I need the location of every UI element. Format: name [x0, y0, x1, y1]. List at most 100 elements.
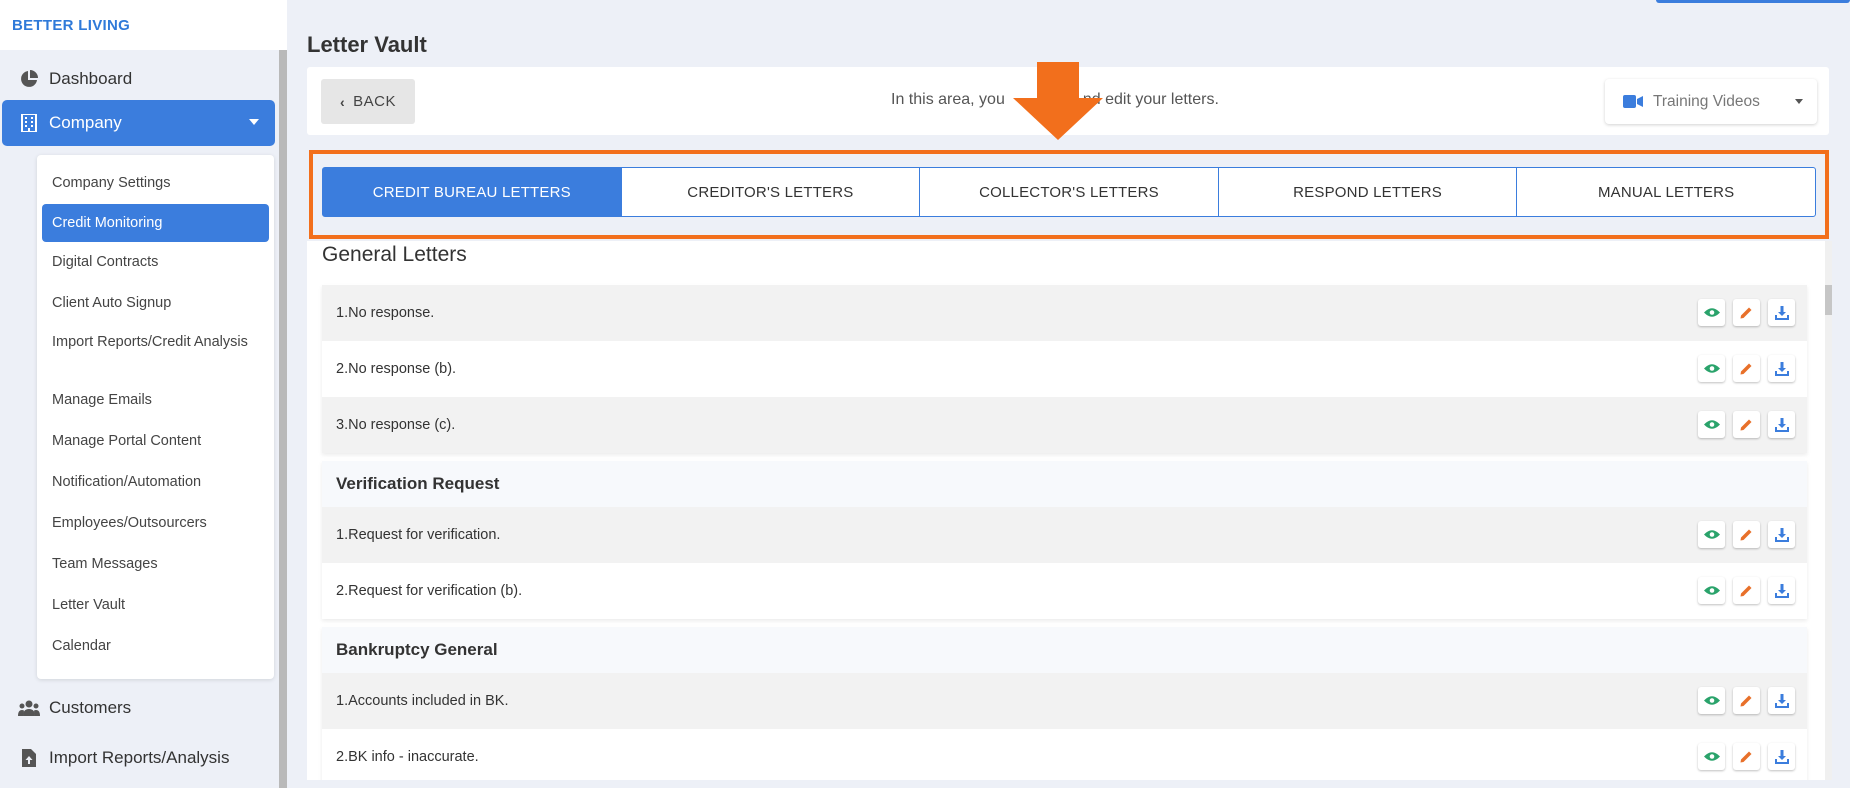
submenu-item-client-auto-signup[interactable]: Client Auto Signup — [37, 283, 274, 324]
intro-text-right: nd edit your letters. — [1082, 91, 1219, 108]
eye-icon[interactable] — [1698, 577, 1725, 604]
pie-chart-icon — [18, 68, 40, 90]
row-actions — [1698, 687, 1795, 714]
submenu-item-manage-portal-content[interactable]: Manage Portal Content — [37, 421, 274, 462]
back-button[interactable]: ‹ BACK — [321, 79, 415, 124]
letter-title: 1.Request for verification. — [336, 527, 501, 543]
company-submenu: Company Settings Credit Monitoring Digit… — [37, 155, 274, 679]
sidebar-scrollbar[interactable] — [279, 50, 287, 788]
eye-icon[interactable] — [1698, 743, 1725, 770]
chevron-down-icon — [249, 119, 259, 125]
chevron-down-icon — [1795, 99, 1803, 104]
chevron-left-icon: ‹ — [339, 93, 346, 110]
video-camera-icon — [1623, 95, 1643, 108]
eye-icon[interactable] — [1698, 299, 1725, 326]
download-icon[interactable] — [1768, 355, 1795, 382]
sidebar-item-company[interactable]: Company — [2, 100, 275, 146]
letter-row: 1.Request for verification. — [322, 507, 1807, 563]
group-title: General Letters — [322, 243, 467, 266]
download-icon[interactable] — [1768, 299, 1795, 326]
submenu-item-calendar[interactable]: Calendar — [37, 626, 274, 667]
group-title: Bankruptcy General — [322, 627, 1807, 673]
download-icon[interactable] — [1768, 411, 1795, 438]
letter-group-verification: Verification Request 1.Request for verif… — [322, 461, 1807, 619]
content-scrollbar[interactable] — [1825, 241, 1832, 780]
submenu-item-credit-monitoring[interactable]: Credit Monitoring — [42, 204, 269, 242]
sidebar-nav-bottom: Customers Import Reports/Analysis — [0, 683, 279, 783]
tab-creditors-letters[interactable]: CREDITOR'S LETTERS — [622, 168, 921, 216]
eye-icon[interactable] — [1698, 355, 1725, 382]
letter-group-general: 1.No response. 2.No response (b). 3.No r… — [322, 285, 1807, 453]
back-button-label: BACK — [353, 93, 397, 110]
download-icon[interactable] — [1768, 687, 1795, 714]
letter-title: 1.Accounts included in BK. — [336, 693, 509, 709]
sidebar-item-label: Import Reports/Analysis — [49, 748, 230, 767]
pencil-icon[interactable] — [1733, 411, 1760, 438]
eye-icon[interactable] — [1698, 687, 1725, 714]
annotation-arrow-icon — [1013, 62, 1103, 140]
page-title: Letter Vault — [307, 32, 427, 57]
letter-row: 2.BK info - inaccurate. — [322, 729, 1807, 780]
submenu-item-team-messages[interactable]: Team Messages — [37, 544, 274, 585]
letters-panel: General Letters 1.No response. 2.No resp… — [307, 241, 1829, 780]
pencil-icon[interactable] — [1733, 355, 1760, 382]
training-videos-dropdown[interactable]: Training Videos — [1605, 79, 1817, 124]
submenu-item-company-settings[interactable]: Company Settings — [37, 163, 274, 204]
sidebar: BETTER LIVING Dashboard Company Company … — [0, 0, 287, 788]
tab-credit-bureau-letters[interactable]: CREDIT BUREAU LETTERS — [323, 168, 622, 216]
training-videos-label: Training Videos — [1653, 92, 1760, 110]
submenu-item-digital-contracts[interactable]: Digital Contracts — [37, 242, 274, 283]
submenu-item-import-reports[interactable]: Import Reports/Credit Analysis — [37, 324, 274, 380]
letter-title: 2.No response (b). — [336, 361, 457, 377]
row-actions — [1698, 355, 1795, 382]
letter-row: 2.Request for verification (b). — [322, 563, 1807, 619]
content-scrollbar-thumb[interactable] — [1825, 285, 1832, 315]
sidebar-item-import-reports[interactable]: Import Reports/Analysis — [0, 733, 279, 783]
submenu-item-notification-automation[interactable]: Notification/Automation — [37, 462, 274, 503]
eye-icon[interactable] — [1698, 521, 1725, 548]
top-accent-bar — [1656, 0, 1850, 3]
intro-text-left: In this area, you — [891, 91, 1005, 108]
row-actions — [1698, 577, 1795, 604]
download-icon[interactable] — [1768, 743, 1795, 770]
sidebar-item-customers[interactable]: Customers — [0, 683, 279, 733]
row-actions — [1698, 743, 1795, 770]
letters-list: General Letters 1.No response. 2.No resp… — [322, 241, 1807, 780]
letter-row: 1.No response. — [322, 285, 1807, 341]
sidebar-item-label: Company — [49, 113, 122, 132]
letter-group-bankruptcy: Bankruptcy General 1.Accounts included i… — [322, 627, 1807, 780]
submenu-item-manage-emails[interactable]: Manage Emails — [37, 380, 274, 421]
pencil-icon[interactable] — [1733, 521, 1760, 548]
letter-title: 2.Request for verification (b). — [336, 583, 523, 599]
letter-title: 3.No response (c). — [336, 417, 456, 433]
submenu-item-employees[interactable]: Employees/Outsourcers — [37, 503, 274, 544]
letter-title: 2.BK info - inaccurate. — [336, 749, 479, 765]
tab-collectors-letters[interactable]: COLLECTOR'S LETTERS — [920, 168, 1219, 216]
letter-row: 2.No response (b). — [322, 341, 1807, 397]
row-actions — [1698, 521, 1795, 548]
eye-icon[interactable] — [1698, 411, 1725, 438]
download-icon[interactable] — [1768, 521, 1795, 548]
sidebar-item-label: Customers — [49, 698, 132, 717]
submenu-item-letter-vault[interactable]: Letter Vault — [37, 585, 274, 626]
sidebar-item-dashboard[interactable]: Dashboard — [0, 58, 279, 100]
row-actions — [1698, 411, 1795, 438]
users-icon — [18, 697, 40, 719]
pencil-icon[interactable] — [1733, 743, 1760, 770]
letter-category-tabs: CREDIT BUREAU LETTERS CREDITOR'S LETTERS… — [322, 167, 1816, 217]
letter-row: 1.Accounts included in BK. — [322, 673, 1807, 729]
letter-title: 1.No response. — [336, 305, 435, 321]
pencil-icon[interactable] — [1733, 299, 1760, 326]
tab-manual-letters[interactable]: MANUAL LETTERS — [1517, 168, 1815, 216]
file-upload-icon — [18, 747, 40, 769]
brand-logo[interactable]: BETTER LIVING — [0, 0, 287, 50]
group-title: Verification Request — [322, 461, 1807, 507]
pencil-icon[interactable] — [1733, 687, 1760, 714]
row-actions — [1698, 299, 1795, 326]
download-icon[interactable] — [1768, 577, 1795, 604]
sidebar-item-label: Dashboard — [49, 69, 133, 88]
letter-row: 3.No response (c). — [322, 397, 1807, 453]
sidebar-nav: Dashboard Company — [0, 58, 279, 146]
pencil-icon[interactable] — [1733, 577, 1760, 604]
tab-respond-letters[interactable]: RESPOND LETTERS — [1219, 168, 1518, 216]
